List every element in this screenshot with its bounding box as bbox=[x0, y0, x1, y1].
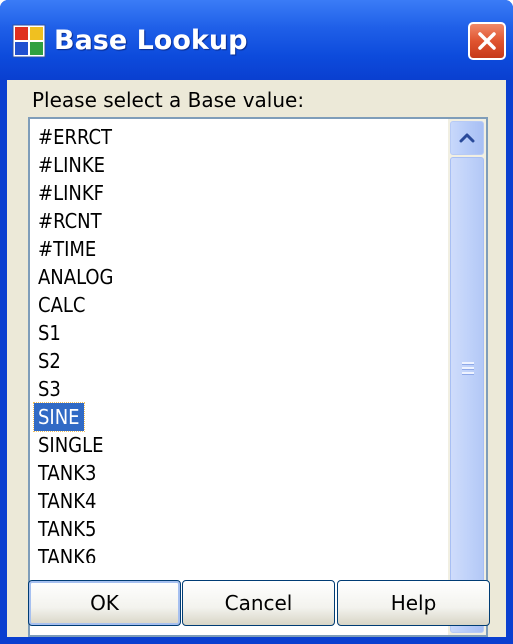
list-item[interactable]: SINGLE bbox=[34, 431, 108, 459]
list-item[interactable]: S2 bbox=[34, 347, 65, 375]
list-item-selected[interactable]: SINE bbox=[33, 402, 85, 432]
list-item[interactable]: TANK3 bbox=[34, 459, 100, 487]
help-button[interactable]: Help bbox=[337, 580, 490, 626]
list-item[interactable]: #TIME bbox=[34, 235, 100, 263]
scroll-thumb[interactable] bbox=[450, 157, 484, 595]
list-item[interactable]: TANK5 bbox=[34, 515, 100, 543]
cancel-button[interactable]: Cancel bbox=[182, 580, 335, 626]
window-title: Base Lookup bbox=[54, 25, 248, 56]
list-item[interactable]: #RCNT bbox=[34, 207, 106, 235]
ok-button[interactable]: OK bbox=[28, 580, 181, 626]
dialog-window: Base Lookup Please select a Base value: … bbox=[0, 0, 513, 644]
thumb-grip-icon bbox=[462, 372, 474, 375]
list-item[interactable]: S3 bbox=[34, 375, 65, 403]
list-item[interactable]: #ERRCT bbox=[34, 123, 116, 151]
list-item[interactable]: TANK4 bbox=[34, 487, 100, 515]
base-value-listbox[interactable]: #ERRCT #LINKE #LINKF #RCNT #TIME ANALOG … bbox=[28, 117, 488, 637]
thumb-grip-icon bbox=[462, 367, 474, 370]
title-bar[interactable]: Base Lookup bbox=[0, 0, 513, 80]
thumb-grip-icon bbox=[462, 362, 474, 365]
list-item[interactable]: ANALOG bbox=[34, 263, 117, 291]
list-item[interactable]: S1 bbox=[34, 319, 65, 347]
list-item[interactable]: #LINKF bbox=[34, 179, 108, 207]
scroll-up-button[interactable] bbox=[450, 121, 484, 155]
dialog-body: Please select a Base value: #ERRCT #LINK… bbox=[7, 80, 506, 637]
close-button[interactable] bbox=[468, 22, 506, 60]
listbox-items: #ERRCT #LINKE #LINKF #RCNT #TIME ANALOG … bbox=[30, 119, 448, 635]
prompt-label: Please select a Base value: bbox=[32, 88, 305, 112]
app-icon bbox=[12, 24, 46, 58]
list-item[interactable]: #LINKE bbox=[34, 151, 109, 179]
list-item[interactable]: CALC bbox=[34, 291, 89, 319]
list-item[interactable]: TANK6 bbox=[34, 543, 100, 563]
vertical-scrollbar[interactable] bbox=[448, 119, 486, 635]
